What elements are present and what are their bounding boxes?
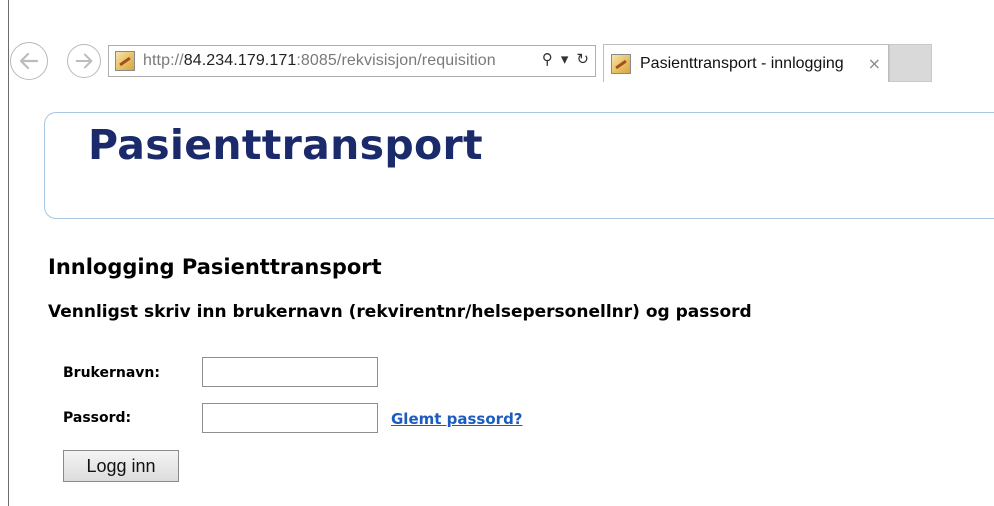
- forgot-password-link[interactable]: Glemt passord?: [391, 410, 523, 428]
- chevron-down-icon[interactable]: ▾: [561, 50, 569, 68]
- window-edge: [8, 0, 9, 506]
- page-title: Innlogging Pasienttransport: [48, 255, 382, 279]
- search-icon[interactable]: ⚲: [542, 50, 553, 68]
- forward-button[interactable]: [67, 44, 101, 78]
- header-banner: Pasienttransport: [44, 112, 994, 219]
- back-button[interactable]: [10, 42, 48, 80]
- instruction-text: Vennligst skriv inn brukernavn (rekviren…: [48, 302, 752, 322]
- tab-title: Pasienttransport - innlogging: [640, 54, 844, 72]
- address-bar[interactable]: http://84.234.179.171:8085/rekvisisjon/r…: [108, 45, 596, 77]
- password-label: Passord:: [63, 410, 132, 426]
- url-scheme: http://: [143, 52, 184, 69]
- address-bar-actions: ⚲ ▾ ↻: [542, 50, 589, 68]
- tab-favicon: [611, 53, 631, 74]
- forward-arrow-icon: [75, 53, 93, 69]
- url-path: :8085/rekvisisjon/requisition: [296, 52, 496, 69]
- url-host: 84.234.179.171: [183, 52, 297, 69]
- tab-active[interactable]: Pasienttransport - innlogging ×: [603, 44, 889, 82]
- address-url[interactable]: http://84.234.179.171:8085/rekvisisjon/r…: [143, 52, 496, 70]
- close-icon[interactable]: ×: [868, 54, 881, 73]
- username-field[interactable]: [202, 357, 378, 387]
- banner-title: Pasienttransport: [88, 121, 483, 169]
- new-tab-button[interactable]: [889, 44, 932, 82]
- site-favicon: [115, 51, 135, 71]
- back-arrow-icon: [19, 52, 39, 70]
- refresh-icon[interactable]: ↻: [576, 50, 589, 68]
- username-label: Brukernavn:: [63, 365, 160, 381]
- login-button[interactable]: Logg inn: [63, 450, 179, 482]
- password-field[interactable]: [202, 403, 378, 433]
